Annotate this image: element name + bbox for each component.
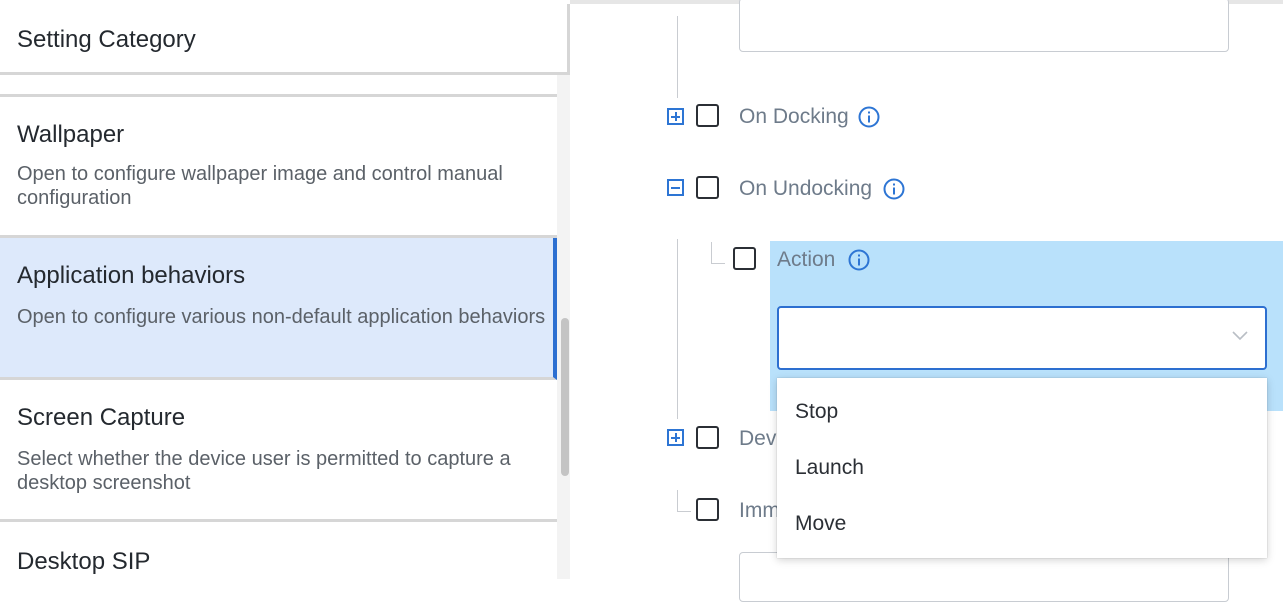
category-title: Screen Capture	[17, 404, 186, 431]
setting-category-title: Setting Category	[17, 26, 196, 53]
category-scrollbar-thumb[interactable]	[561, 318, 569, 476]
tree-connector	[677, 490, 678, 512]
collapse-on-undocking-button[interactable]	[667, 179, 684, 196]
expand-on-docking-button[interactable]	[667, 108, 684, 125]
category-description: Open to configure wallpaper image and co…	[17, 163, 503, 209]
on-docking-checkbox[interactable]	[696, 104, 719, 127]
category-title: Desktop SIP	[17, 548, 151, 575]
text-input-field[interactable]	[739, 552, 1229, 602]
category-description: Open to configure various non-default ap…	[17, 306, 546, 328]
device-checkbox[interactable]	[696, 426, 719, 449]
action-dropdown-menu: Stop Launch Move	[777, 378, 1267, 558]
settings-tree-panel: On Docking On Undocking Action Dev Imm S…	[570, 0, 1283, 602]
tree-connector	[677, 16, 678, 98]
category-card-application-behaviors[interactable]: Application behaviors Open to configure …	[0, 238, 557, 380]
category-card-desktop-sip[interactable]: Desktop SIP	[0, 522, 557, 602]
info-icon[interactable]	[858, 106, 880, 128]
expand-device-button[interactable]	[667, 429, 684, 446]
tree-connector	[677, 239, 678, 419]
tree-connector	[677, 511, 691, 512]
tree-connector	[711, 263, 725, 264]
on-docking-label: On Docking	[739, 105, 849, 128]
device-label: Dev	[739, 427, 777, 450]
menu-item-move[interactable]: Move	[795, 512, 846, 536]
category-card-wallpaper[interactable]: Wallpaper Open to configure wallpaper im…	[0, 97, 557, 238]
category-title: Wallpaper	[17, 121, 125, 148]
info-icon[interactable]	[883, 178, 905, 200]
setting-category-header: Setting Category	[0, 4, 570, 75]
on-undocking-checkbox[interactable]	[696, 176, 719, 199]
category-card-screen-capture[interactable]: Screen Capture Select whether the device…	[0, 380, 557, 522]
action-select[interactable]	[777, 306, 1267, 370]
imm-label: Imm	[739, 499, 780, 522]
menu-item-launch[interactable]: Launch	[795, 456, 864, 480]
chevron-down-icon	[1232, 331, 1248, 341]
category-description: Select whether the device user is permit…	[17, 448, 511, 494]
setting-category-panel: Setting Category Wallpaper Open to confi…	[0, 0, 570, 602]
tree-connector	[711, 242, 712, 264]
menu-item-stop[interactable]: Stop	[795, 400, 838, 424]
action-label: Action	[777, 248, 836, 271]
info-icon[interactable]	[848, 249, 870, 271]
category-title: Application behaviors	[17, 262, 246, 289]
category-list-spacer	[0, 75, 557, 97]
action-checkbox[interactable]	[733, 247, 756, 270]
imm-checkbox[interactable]	[696, 498, 719, 521]
text-input-field[interactable]	[739, 0, 1229, 52]
on-undocking-label: On Undocking	[739, 177, 873, 200]
